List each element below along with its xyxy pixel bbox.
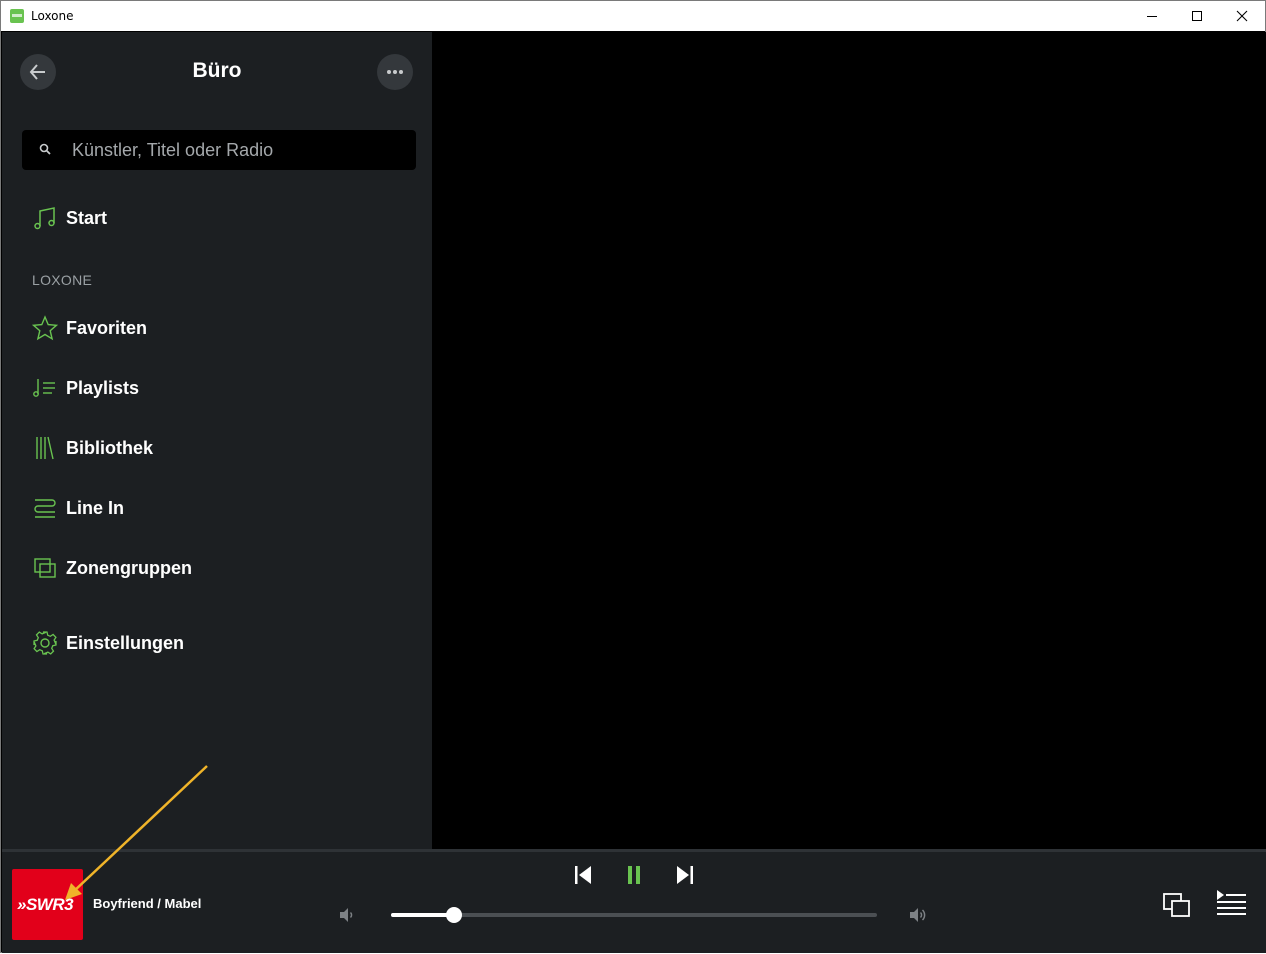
search-input[interactable] [72, 130, 402, 170]
nav-label-start: Start [66, 207, 108, 228]
more-dots-icon [387, 70, 403, 74]
volume-high-icon [910, 908, 926, 922]
nav-label-playlists: Playlists [66, 377, 140, 398]
nav-label-line-in: Line In [66, 497, 124, 518]
app-window: Loxone Büro Künstler, Titel oder Radio S… [0, 0, 1266, 953]
track-title: Boyfriend / Mabel [93, 896, 202, 911]
volume-slider-handle[interactable] [446, 907, 463, 923]
nav-item-zonengruppen[interactable]: Zonengruppen [22, 546, 412, 590]
search-icon [39, 143, 51, 155]
volume-slider[interactable] [391, 907, 877, 923]
previous-button[interactable] [568, 860, 598, 890]
cable-icon [30, 493, 60, 523]
nav-item-line-in[interactable]: Line In [22, 486, 412, 530]
volume-low-icon [340, 908, 353, 922]
nav-item-playlists[interactable]: Playlists [22, 366, 412, 410]
zone-group-icon [30, 553, 60, 583]
title-bar: Loxone [1, 1, 1265, 31]
zone-group-icon [1163, 893, 1190, 917]
content-area [432, 32, 1266, 849]
maximize-button[interactable] [1174, 1, 1220, 31]
skip-previous-icon [575, 866, 591, 884]
volume-slider-fill [391, 913, 455, 917]
nav-label-bibliothek: Bibliothek [66, 437, 154, 458]
page-title: Büro [192, 59, 242, 82]
section-header-loxone: LOXONE [32, 272, 93, 288]
more-options-button[interactable] [377, 54, 413, 90]
queue-icon [1217, 890, 1246, 915]
gear-icon [30, 628, 60, 658]
nav-item-bibliothek[interactable]: Bibliothek [22, 426, 412, 470]
player-bar: »SWR3 Boyfriend / Mabel [2, 849, 1266, 953]
nav-item-einstellungen[interactable]: Einstellungen [22, 621, 412, 665]
pause-icon [628, 866, 640, 884]
cover-label: »SWR3 [17, 895, 74, 914]
next-button[interactable] [670, 860, 700, 890]
playlist-icon [30, 373, 60, 403]
nav-label-einstellungen: Einstellungen [66, 632, 185, 653]
music-note-icon [30, 203, 60, 233]
minimize-icon [1147, 16, 1157, 17]
skip-next-icon [677, 866, 693, 884]
queue-button[interactable] [1212, 886, 1250, 920]
star-icon [30, 313, 60, 343]
nav-item-start[interactable]: Start [22, 196, 412, 240]
pause-button[interactable] [619, 860, 649, 890]
library-icon [30, 433, 60, 463]
volume-down-button[interactable] [336, 904, 358, 926]
window-title: Loxone [31, 9, 74, 23]
volume-up-button[interactable] [907, 904, 929, 926]
nav-label-zonengruppen: Zonengruppen [66, 557, 192, 578]
nav-label-favoriten: Favoriten [66, 317, 148, 338]
loxone-app-icon [10, 9, 24, 23]
minimize-button[interactable] [1129, 1, 1175, 31]
zone-group-button[interactable] [1160, 888, 1194, 922]
sidebar: Büro Start LOXONE Favoriten [2, 32, 432, 849]
maximize-icon [1192, 11, 1202, 21]
nav-item-favoriten[interactable]: Favoriten [22, 306, 412, 350]
album-cover[interactable]: »SWR3 [12, 869, 83, 940]
close-button[interactable] [1219, 1, 1265, 31]
close-icon [1236, 10, 1248, 22]
search-box[interactable] [22, 130, 416, 170]
